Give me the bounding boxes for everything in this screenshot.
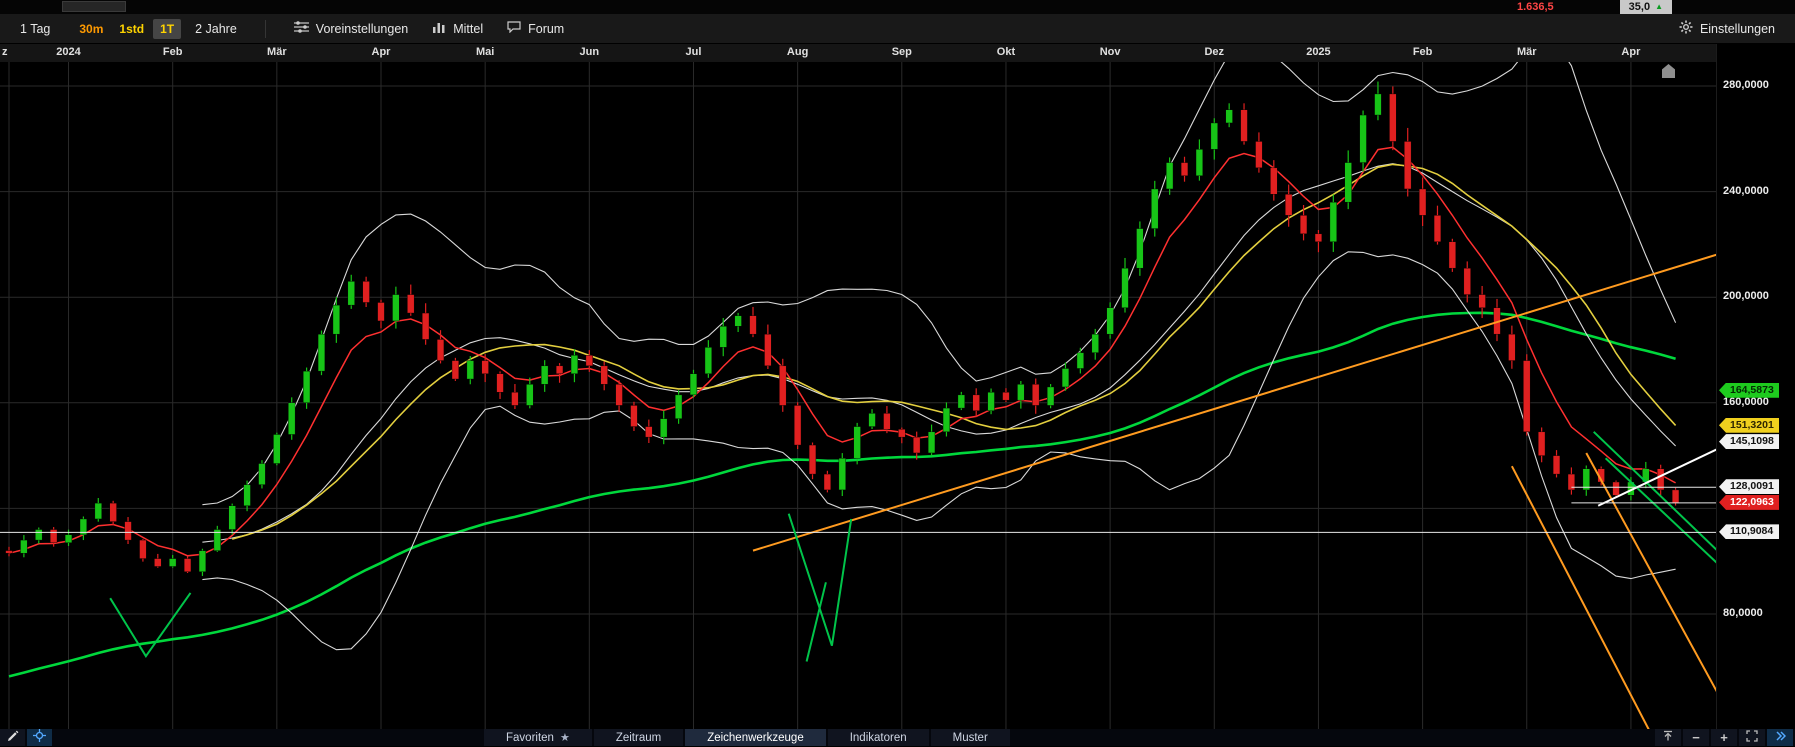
date-axis-label: z <box>2 46 8 58</box>
bottom-tabs: Favoriten ★ Zeitraum Zeichenwerkzeuge Indika… <box>484 729 1012 746</box>
date-axis-label: Jul <box>685 46 702 58</box>
chart-toolbar: 1 Tag 30m 1std 1T 2 Jahre Voreinstellungen… <box>0 14 1795 44</box>
price-axis-label: 280,0000 <box>1723 79 1769 91</box>
toolbar-divider <box>264 19 266 38</box>
window-fragment <box>62 1 126 12</box>
chart-grid <box>0 62 1717 729</box>
presets-button-label: Voreinstellungen <box>315 21 409 36</box>
zoom-out-button[interactable]: − <box>1683 729 1709 746</box>
price-badge: 145,1098 <box>1719 434 1779 450</box>
trend-line[interactable] <box>1510 465 1653 729</box>
bottom-toolbar: Favoriten ★ Zeitraum Zeichenwerkzeuge Indika… <box>0 728 1795 747</box>
candles-layer <box>5 81 1680 576</box>
quote-value: 35,0 <box>1628 1 1651 13</box>
tab-label: Zeichenwerkzeuge <box>707 731 804 744</box>
date-axis-label: Feb <box>162 46 183 58</box>
timeframe-chips: 30m 1std 1T <box>72 18 182 39</box>
histogram-icon <box>432 21 446 36</box>
bottom-tab-muster[interactable]: Muster <box>930 729 1010 746</box>
forum-button[interactable]: Forum <box>497 17 574 40</box>
date-axis-label: Apr <box>1621 46 1641 58</box>
speech-bubble-icon <box>507 21 521 36</box>
forum-button-label: Forum <box>528 21 565 36</box>
price-axis[interactable]: 280,0000 240,0000 200,0000 160,0000 80,0000 1… <box>1716 44 1795 729</box>
chart-area: z 2024 Feb Mär Apr Mai Jun Jul Aug Sep Okt Nov Dez 20… <box>0 44 1795 729</box>
sliders-icon <box>293 21 309 36</box>
settings-button-label: Einstellungen <box>1699 21 1775 36</box>
price-badge: 128,0091 <box>1719 479 1779 495</box>
bottom-right-tools: − + <box>1655 729 1795 746</box>
settings-button[interactable]: Einstellungen <box>1669 16 1785 41</box>
double-chevron-right-icon <box>1774 730 1787 745</box>
price-badge: 122,0963 <box>1719 494 1779 510</box>
price-badge: 110,9084 <box>1719 524 1779 540</box>
price-axis-label: 240,0000 <box>1723 184 1769 197</box>
checkmark-drawing[interactable] <box>805 582 827 662</box>
bollinger-lower-line <box>202 251 1676 651</box>
mid-ma-line <box>231 163 1677 540</box>
price-axis-label: 200,0000 <box>1723 290 1769 303</box>
period-button[interactable]: 1 Tag <box>10 18 60 40</box>
trend-line[interactable] <box>752 244 1717 552</box>
date-axis-label: Jun <box>579 46 600 58</box>
bollinger-upper-line <box>202 62 1677 506</box>
bottom-tab-indikatoren[interactable]: Indikatoren <box>827 729 929 746</box>
trend-line[interactable] <box>1585 452 1717 725</box>
trend-line[interactable] <box>1593 431 1717 553</box>
fit-screen-icon <box>1746 730 1758 745</box>
cursor-mode-button[interactable] <box>27 728 52 747</box>
tab-label: Favoriten <box>506 731 554 744</box>
date-axis-label: Mai <box>475 46 495 58</box>
quote-box: 35,0 ▲ <box>1619 0 1672 14</box>
star-icon: ★ <box>559 732 570 744</box>
timeframe-chip-30m[interactable]: 30m <box>72 19 110 39</box>
jump-latest-button[interactable] <box>1655 729 1681 746</box>
date-axis-label: 2025 <box>1306 46 1331 58</box>
price-axis-label: 80,0000 <box>1723 607 1763 619</box>
triangle-up-icon: ▲ <box>1655 2 1663 11</box>
date-axis-label: Mär <box>267 46 287 58</box>
draw-mode-button[interactable] <box>0 729 25 746</box>
timeframe-chip-1T[interactable]: 1T <box>153 18 182 39</box>
tab-label: Indikatoren <box>849 731 907 744</box>
presets-button[interactable]: Voreinstellungen <box>284 17 418 40</box>
arrow-up-to-line-icon <box>1662 730 1674 745</box>
quote-change-value: 1.636,5 <box>1516 1 1554 13</box>
date-axis-label: Apr <box>371 46 391 58</box>
timeframe-chip-1std[interactable]: 1std <box>112 19 151 39</box>
date-axis-label: Nov <box>1099 46 1121 58</box>
mittel-button[interactable]: Mittel <box>422 17 493 40</box>
date-axis-label: Aug <box>786 46 809 58</box>
date-axis-label: Dez <box>1204 46 1225 58</box>
date-axis-label: Feb <box>1412 46 1433 58</box>
date-axis-label: 2024 <box>56 46 81 58</box>
bottom-tab-zeichenwerkzeuge[interactable]: Zeichenwerkzeuge <box>685 729 826 746</box>
pencil-icon <box>7 729 19 747</box>
gear-icon <box>1679 20 1693 37</box>
price-badge: 164,5873 <box>1719 382 1779 398</box>
date-axis-label: Okt <box>996 46 1016 58</box>
candlestick-chart-canvas[interactable] <box>0 62 1717 729</box>
trading-chart-app: 1.636,5 35,0 ▲ 1 Tag 30m 1std 1T 2 Jahre V… <box>0 0 1795 746</box>
fit-screen-button[interactable] <box>1739 729 1765 746</box>
plus-icon: + <box>1720 730 1728 745</box>
range-button[interactable]: 2 Jahre <box>185 18 247 40</box>
tab-label: Zeitraum <box>615 731 662 744</box>
panel-toggle-button[interactable] <box>1767 729 1793 746</box>
zoom-in-button[interactable]: + <box>1711 729 1737 746</box>
minus-icon: − <box>1692 730 1700 745</box>
top-strip: 1.636,5 35,0 ▲ <box>0 0 1795 14</box>
date-axis[interactable]: z 2024 Feb Mär Apr Mai Jun Jul Aug Sep Okt Nov Dez 20… <box>0 44 1717 62</box>
date-axis-label: Mär <box>1516 46 1537 58</box>
crosshair-icon <box>33 728 46 747</box>
mittel-button-label: Mittel <box>453 21 484 36</box>
price-badge: 151,3201 <box>1719 417 1779 433</box>
bottom-tab-zeitraum[interactable]: Zeitraum <box>593 729 684 746</box>
bottom-tab-favoriten[interactable]: Favoriten ★ <box>484 729 592 746</box>
drawings-layer <box>0 244 1717 729</box>
tab-label: Muster <box>952 731 988 744</box>
date-axis-label: Sep <box>891 46 912 58</box>
